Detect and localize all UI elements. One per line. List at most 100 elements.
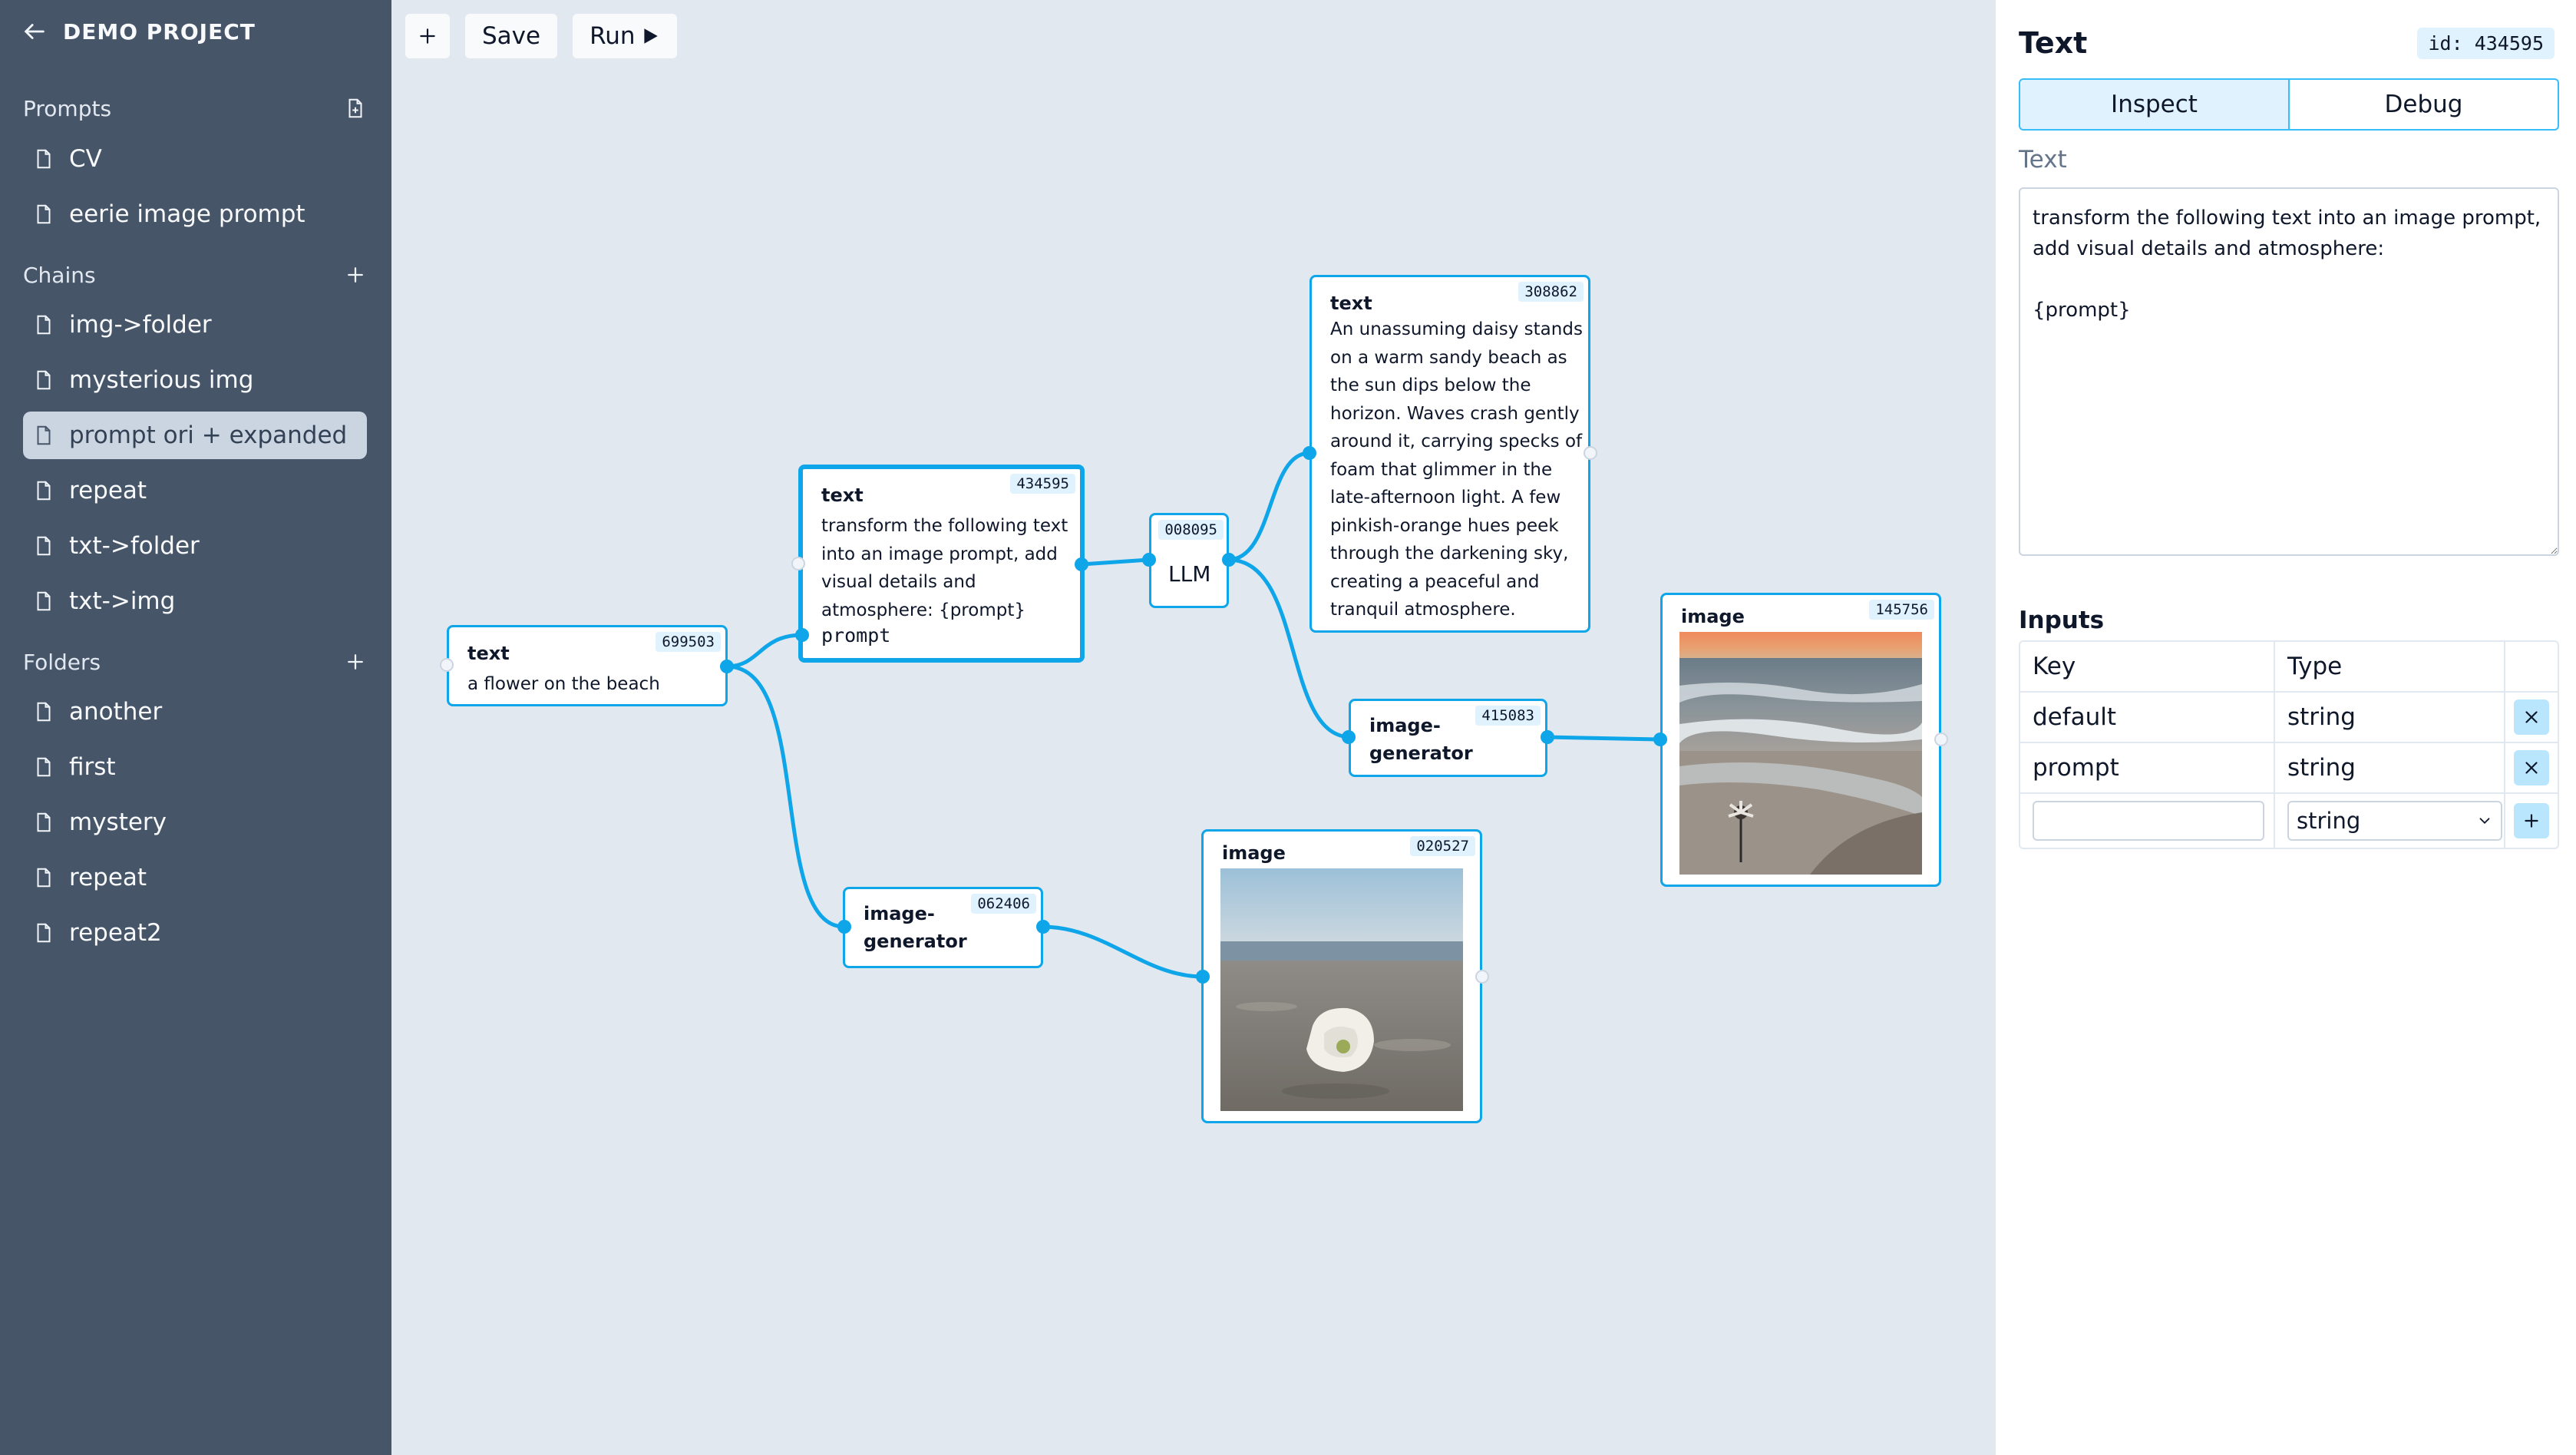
output-port[interactable]	[1934, 732, 1948, 746]
add-node-button[interactable]	[404, 12, 451, 60]
output-port[interactable]	[1584, 446, 1597, 460]
type-select[interactable]: string	[2287, 801, 2502, 841]
input-port[interactable]	[1653, 732, 1667, 746]
input-port[interactable]	[1196, 970, 1210, 984]
tab-inspect[interactable]: Inspect	[2019, 78, 2290, 131]
text-field-label: Text	[2019, 146, 2067, 174]
node-id-badge: 062406	[971, 894, 1036, 914]
column-header-actions	[2505, 642, 2558, 691]
input-port[interactable]	[1342, 730, 1356, 744]
play-icon	[643, 28, 658, 44]
node-body-line: atmosphere: {prompt}	[821, 600, 1025, 620]
node-type-label: LLM	[1168, 561, 1211, 587]
sidebar-item-prompt-ori-expanded[interactable]: prompt ori + expanded	[23, 412, 367, 459]
sidebar-item-repeat2[interactable]: repeat2	[23, 909, 367, 957]
sidebar-item-another[interactable]: another	[23, 688, 367, 736]
output-port[interactable]	[1475, 970, 1489, 984]
file-icon	[37, 425, 51, 445]
run-button[interactable]: Run	[571, 12, 679, 60]
node-body-text: transform the following text into an ima…	[821, 512, 1068, 624]
plus-icon	[2525, 814, 2538, 828]
inspector-panel: Text id: 434595 Inspect Debug Text Input…	[1996, 0, 2576, 1455]
node-body-line: creating a peaceful and	[1330, 571, 1540, 592]
section-title-folders: Folders	[23, 649, 101, 675]
generated-image	[1220, 868, 1463, 1111]
inputs-table: Key Type default string prompt string st…	[2019, 640, 2559, 849]
tab-debug[interactable]: Debug	[2290, 78, 2559, 131]
new-key-input[interactable]	[2033, 801, 2264, 841]
sidebar: DEMO PROJECT Prompts CV eerie image prom…	[0, 0, 391, 1455]
sidebar-item-img-folder[interactable]: img->folder	[23, 301, 367, 349]
arrow-left-icon[interactable]	[21, 18, 48, 45]
node-image-020527[interactable]: 020527 image	[1201, 829, 1482, 1123]
node-type-label: text	[821, 484, 864, 506]
file-icon	[37, 481, 51, 501]
wire-008095-308862	[1227, 451, 1310, 562]
add-input-button[interactable]	[2514, 803, 2549, 838]
node-text-699503[interactable]: 699503 text a flower on the beach	[447, 625, 728, 706]
input-port[interactable]	[791, 557, 805, 570]
output-port[interactable]	[720, 660, 734, 673]
run-button-label: Run	[590, 22, 636, 50]
wire-699503-434595	[726, 633, 803, 669]
new-chain-button[interactable]	[342, 262, 368, 288]
generated-image-sunset-beach	[1679, 632, 1922, 879]
sidebar-item-repeat-folder[interactable]: repeat	[23, 854, 367, 901]
plus-icon	[348, 267, 363, 283]
node-llm-008095[interactable]: 008095 LLM	[1149, 513, 1229, 608]
text-editor[interactable]	[2019, 187, 2559, 556]
sidebar-item-mystery[interactable]: mystery	[23, 799, 367, 846]
output-port[interactable]	[1222, 553, 1236, 567]
sidebar-item-first[interactable]: first	[23, 743, 367, 791]
sidebar-item-label: txt->img	[69, 587, 176, 615]
close-icon	[2525, 762, 2538, 774]
sidebar-item-label: img->folder	[69, 311, 212, 339]
node-body-line: foam that glimmer in the	[1330, 459, 1553, 480]
sidebar-item-repeat[interactable]: repeat	[23, 467, 367, 514]
section-chains: Chains	[23, 262, 368, 288]
node-body-line: pinkish-orange hues peek	[1330, 515, 1559, 536]
column-header-type: Type	[2275, 642, 2505, 691]
sidebar-item-eerie-image-prompt[interactable]: eerie image prompt	[23, 190, 367, 238]
file-icon	[37, 536, 51, 556]
input-type-cell: string	[2275, 743, 2505, 792]
node-body-line: into an image prompt, add	[821, 544, 1058, 564]
delete-input-button[interactable]	[2514, 699, 2549, 735]
save-button[interactable]: Save	[464, 12, 560, 60]
new-folder-button[interactable]	[342, 649, 368, 675]
sidebar-item-label: repeat	[69, 477, 147, 504]
output-port[interactable]	[1075, 557, 1088, 571]
generated-image-flower-sand	[1220, 868, 1463, 1116]
input-port[interactable]	[837, 920, 851, 934]
delete-input-button[interactable]	[2514, 750, 2549, 785]
node-image-generator-415083[interactable]: 415083 image- generator	[1349, 699, 1547, 777]
panel-title: Text	[2019, 26, 2088, 60]
node-text-434595[interactable]: 434595 text transform the following text…	[798, 465, 1085, 663]
input-port[interactable]	[440, 658, 454, 672]
sidebar-item-label: first	[69, 753, 116, 781]
sidebar-item-mysterious-img[interactable]: mysterious img	[23, 356, 367, 404]
node-image-145756[interactable]: 145756 image	[1660, 593, 1941, 887]
sidebar-item-txt-folder[interactable]: txt->folder	[23, 522, 367, 570]
table-row: prompt string	[2020, 743, 2558, 794]
sidebar-item-cv[interactable]: CV	[23, 135, 367, 183]
new-prompt-button[interactable]	[342, 95, 368, 121]
node-image-generator-062406[interactable]: 062406 image- generator	[843, 887, 1043, 968]
project-header[interactable]: DEMO PROJECT	[21, 18, 256, 45]
wire-699503-062406	[726, 664, 845, 929]
sidebar-item-label: mystery	[69, 809, 167, 836]
input-port[interactable]	[1142, 553, 1156, 567]
node-id-badge: 415083	[1475, 706, 1541, 726]
node-body-line: An unassuming daisy stands	[1330, 319, 1583, 339]
input-key-cell: prompt	[2020, 743, 2275, 792]
sidebar-item-txt-img[interactable]: txt->img	[23, 577, 367, 625]
output-port[interactable]	[1541, 730, 1554, 744]
input-port[interactable]	[1303, 446, 1316, 460]
input-port-prompt[interactable]	[795, 628, 809, 642]
output-port[interactable]	[1036, 920, 1050, 934]
node-body-line: through the darkening sky,	[1330, 544, 1569, 564]
node-text-308862[interactable]: 308862 text An unassuming daisy stands o…	[1309, 275, 1590, 633]
node-type-label: image	[1222, 842, 1286, 864]
node-body-line: visual details and	[821, 572, 976, 592]
node-type-label: text	[1330, 293, 1372, 314]
